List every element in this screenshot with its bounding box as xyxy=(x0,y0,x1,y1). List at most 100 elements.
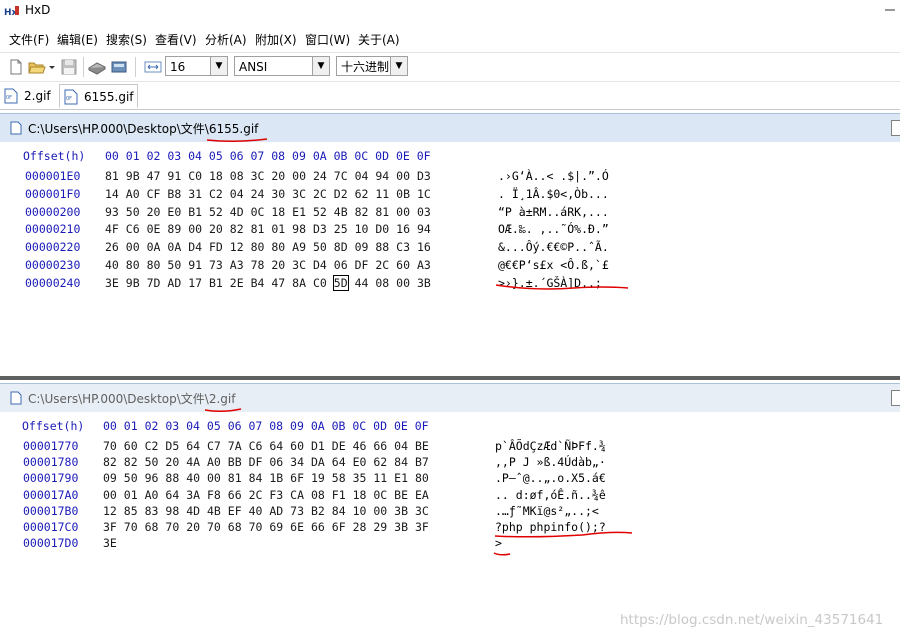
hex-byte[interactable]: 04 xyxy=(394,439,408,453)
hex-byte[interactable]: 88 xyxy=(165,471,179,485)
hex-byte[interactable]: 06 xyxy=(269,455,283,469)
hex-byte[interactable]: BB xyxy=(228,455,242,469)
hex-byte[interactable]: 5D xyxy=(332,274,349,291)
row-ascii[interactable]: OÆ.‰. ‚..˜Ó%.Ð.” xyxy=(498,222,609,236)
bytes-per-row-select[interactable]: 16 ▼ xyxy=(165,56,228,76)
row-ascii[interactable]: .›G‘À..< .$|.”.Ó xyxy=(498,169,609,183)
hex-byte[interactable]: 4D xyxy=(186,504,200,518)
hex-byte[interactable]: 1C xyxy=(417,187,431,201)
hex-byte[interactable]: 10 xyxy=(353,504,367,518)
hex-byte[interactable]: 0E xyxy=(147,222,161,236)
hex-byte[interactable]: D1 xyxy=(311,439,325,453)
hex-byte[interactable]: 62 xyxy=(355,187,369,201)
hex-byte[interactable]: C0 xyxy=(313,276,327,290)
hex-byte[interactable]: 60 xyxy=(124,439,138,453)
tab-2-gif[interactable]: 0F 2.gif xyxy=(0,84,56,108)
hex-byte[interactable]: C2 xyxy=(145,439,159,453)
row-ascii[interactable]: .P–ˆ@..„.o.X5.á€ xyxy=(495,471,606,485)
hex-byte[interactable]: 09 xyxy=(103,471,117,485)
hex-byte[interactable]: 04 xyxy=(355,169,369,183)
hex-byte[interactable]: 70 xyxy=(165,520,179,534)
hex-byte[interactable]: 00 xyxy=(396,276,410,290)
hex-byte[interactable]: 64 xyxy=(186,439,200,453)
row-ascii[interactable]: . Ï¸1Â.$0<,Òb... xyxy=(498,187,609,201)
save-icon[interactable] xyxy=(60,58,78,76)
hex-byte[interactable]: 93 xyxy=(105,205,119,219)
hex-byte[interactable]: 03 xyxy=(417,205,431,219)
hex-byte[interactable]: 80 xyxy=(415,471,429,485)
maximize-icon[interactable] xyxy=(891,390,900,406)
hex-byte[interactable]: E0 xyxy=(353,455,367,469)
row-ascii[interactable]: @€€P‘s£x <Ô.ß,`£ xyxy=(498,258,609,272)
hex-byte[interactable]: EF xyxy=(228,504,242,518)
hex-byte[interactable]: 80 xyxy=(251,240,265,254)
hex-byte[interactable]: 85 xyxy=(124,504,138,518)
hex-byte[interactable]: 18 xyxy=(353,488,367,502)
hex-byte[interactable]: 40 xyxy=(186,471,200,485)
hex-byte[interactable]: 7D xyxy=(147,276,161,290)
hex-byte[interactable]: 17 xyxy=(188,276,202,290)
hex-byte[interactable]: F1 xyxy=(332,488,346,502)
hex-byte[interactable]: 20 xyxy=(165,455,179,469)
hex-byte[interactable]: 46 xyxy=(353,439,367,453)
hex-byte[interactable]: 3E xyxy=(105,276,119,290)
hex-byte[interactable]: 20 xyxy=(271,169,285,183)
hex-byte[interactable]: 82 xyxy=(124,455,138,469)
hex-byte[interactable]: 68 xyxy=(145,520,159,534)
hex-byte[interactable]: 94 xyxy=(417,222,431,236)
menu-analysis[interactable]: 分析(A) xyxy=(205,31,247,48)
hex-byte[interactable]: 9B xyxy=(126,276,140,290)
hex-byte[interactable]: 70 xyxy=(249,520,263,534)
hex-byte[interactable]: 04 xyxy=(230,187,244,201)
hex-byte[interactable]: 1B xyxy=(269,471,283,485)
hex-byte[interactable]: 00 xyxy=(207,471,221,485)
hex-byte[interactable]: B2 xyxy=(311,504,325,518)
menu-about[interactable]: 关于(A) xyxy=(358,31,400,48)
hex-byte[interactable]: 91 xyxy=(167,169,181,183)
hex-byte[interactable]: 80 xyxy=(147,258,161,272)
hex-byte[interactable]: AD xyxy=(167,276,181,290)
hex-byte[interactable]: 88 xyxy=(375,240,389,254)
open-dropdown-icon[interactable] xyxy=(47,58,57,76)
hex-byte[interactable]: C0 xyxy=(188,169,202,183)
hex-byte[interactable]: D4 xyxy=(313,258,327,272)
hex-byte[interactable]: 66 xyxy=(373,439,387,453)
open-disk-icon[interactable] xyxy=(88,58,106,76)
hex-byte[interactable]: B8 xyxy=(167,187,181,201)
hex-byte[interactable]: 18 xyxy=(209,169,223,183)
hex-byte[interactable]: 11 xyxy=(373,471,387,485)
hex-byte[interactable]: A9 xyxy=(292,240,306,254)
row-ascii[interactable]: ‚‚P J »ß.4Údàb„· xyxy=(495,455,606,469)
hex-byte[interactable]: 64 xyxy=(269,439,283,453)
hex-byte[interactable]: 20 xyxy=(209,222,223,236)
hex-byte[interactable]: 3F xyxy=(415,520,429,534)
hex-byte[interactable]: 25 xyxy=(334,222,348,236)
hex-byte[interactable]: 80 xyxy=(126,258,140,272)
hex-byte[interactable]: 7A xyxy=(228,439,242,453)
hex-byte[interactable]: 2C xyxy=(375,258,389,272)
menu-search[interactable]: 搜索(S) xyxy=(106,31,147,48)
hex-byte[interactable]: 82 xyxy=(103,455,117,469)
row-bytes[interactable]: 09 50 96 88 40 00 81 84 1B 6F 19 58 35 1… xyxy=(103,471,429,485)
hex-byte[interactable]: 50 xyxy=(145,455,159,469)
hex-byte[interactable]: 2C xyxy=(313,187,327,201)
hex-byte[interactable]: 60 xyxy=(396,258,410,272)
hex-byte[interactable]: C2 xyxy=(209,187,223,201)
hex-byte[interactable]: 70 xyxy=(124,520,138,534)
hex-byte[interactable]: 00 xyxy=(126,240,140,254)
hex-byte[interactable]: 62 xyxy=(373,455,387,469)
hex-byte[interactable]: E1 xyxy=(292,205,306,219)
hex-byte[interactable]: 89 xyxy=(167,222,181,236)
hex-byte[interactable]: 09 xyxy=(355,240,369,254)
row-bytes[interactable]: 3F 70 68 70 20 70 68 70 69 6E 66 6F 28 2… xyxy=(103,520,429,534)
hex-byte[interactable]: 80 xyxy=(271,240,285,254)
hex-byte[interactable]: 24 xyxy=(313,169,327,183)
hex-byte[interactable]: 3B xyxy=(394,504,408,518)
hex-byte[interactable]: 24 xyxy=(251,187,265,201)
hex-byte[interactable]: 84 xyxy=(332,504,346,518)
hex-byte[interactable]: 0A xyxy=(147,240,161,254)
hex-byte[interactable]: 4F xyxy=(105,222,119,236)
hex-byte[interactable]: 12 xyxy=(230,240,244,254)
minimize-icon[interactable] xyxy=(880,0,900,20)
hex-byte[interactable]: CF xyxy=(147,187,161,201)
